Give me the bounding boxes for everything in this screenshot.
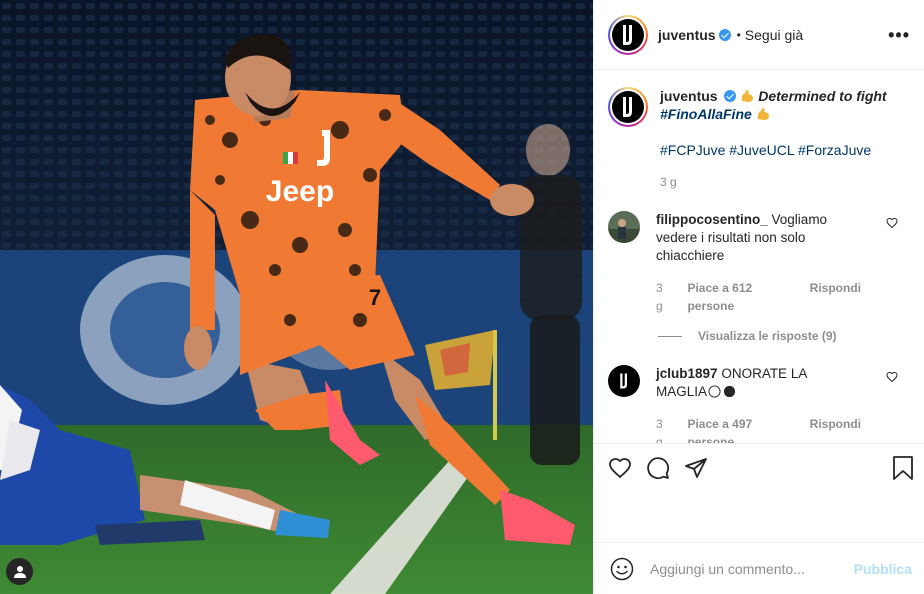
comment-input[interactable]	[650, 560, 854, 577]
comment-username[interactable]: jclub1897	[656, 366, 718, 381]
jersey-number: 7	[369, 285, 381, 310]
comment-reply-button[interactable]: Rispondi	[810, 415, 861, 443]
profile-photo-icon	[608, 211, 640, 243]
comment-meta: 3 g Piace a 497 persone Rispondi	[656, 415, 861, 443]
post-header: juventus • Segui già •••	[594, 0, 924, 70]
juventus-logo-icon	[623, 24, 632, 45]
comment-meta: 3 g Piace a 612 persone Rispondi	[656, 279, 861, 315]
caption: juventus Determined to fight #FinoAllaFi…	[608, 87, 908, 191]
comment-reply-button[interactable]: Rispondi	[810, 279, 861, 315]
paper-plane-icon	[685, 457, 707, 478]
heart-icon[interactable]	[886, 217, 898, 229]
juventus-logo-icon	[620, 373, 627, 389]
caption-timestamp: 3 g	[660, 175, 677, 189]
replies-divider	[658, 335, 682, 337]
hashtag-link[interactable]: #FCPJuve	[660, 142, 725, 158]
comment-item: jclub1897 ONORATE LA MAGLIA 3 g Piace a …	[608, 365, 908, 443]
comment-body: jclub1897 ONORATE LA MAGLIA 3 g Piace a …	[656, 365, 861, 443]
verified-badge-icon	[718, 28, 731, 41]
smiley-face-icon	[610, 557, 634, 580]
commenter-avatar[interactable]	[608, 365, 640, 397]
view-replies-button[interactable]: Visualizza le risposte (9)	[658, 329, 908, 343]
caption-body: juventus Determined to fight #FinoAllaFi…	[660, 87, 900, 191]
comment-body: filippocosentino_ Vogliamo vedere i risu…	[656, 211, 861, 315]
author-avatar[interactable]	[608, 14, 648, 55]
like-button[interactable]	[608, 456, 632, 480]
comment-composer: Pubblica	[594, 542, 924, 594]
caption-hashtags: #FCPJuve #JuveUCL #ForzaJuve	[660, 141, 900, 159]
white-circle-icon	[708, 385, 721, 398]
caption-username[interactable]: juventus	[660, 88, 718, 104]
emoji-button[interactable]	[610, 557, 634, 581]
comment-button[interactable]	[646, 456, 670, 480]
caption-text: Determined to fight	[758, 88, 887, 104]
share-button[interactable]	[684, 456, 708, 480]
comment-timestamp: 3 g	[656, 281, 663, 313]
comment-likes-count[interactable]: Piace a 612 persone	[687, 279, 793, 315]
heart-icon[interactable]	[886, 371, 898, 383]
football-action-photo: Jeep 7	[0, 0, 593, 594]
jersey-sponsor-text: Jeep	[266, 175, 334, 208]
juventus-logo-icon	[623, 97, 632, 117]
hashtag-link[interactable]: #JuveUCL	[729, 142, 794, 158]
user-icon	[13, 565, 26, 578]
flexed-biceps-icon	[757, 108, 769, 120]
commenter-avatar[interactable]	[608, 211, 640, 243]
flexed-biceps-icon	[742, 90, 754, 102]
follow-status-button[interactable]: Segui già	[745, 27, 803, 43]
more-options-icon[interactable]: •••	[888, 26, 910, 44]
post-side-panel: juventus • Segui già ••• juventus Determ…	[593, 0, 924, 594]
verified-badge-icon	[724, 90, 737, 102]
tagged-users-button[interactable]	[6, 558, 33, 585]
save-button[interactable]	[892, 455, 914, 480]
separator-dot: •	[736, 27, 741, 42]
caption-hashtag-main[interactable]: #FinoAllaFine	[660, 106, 752, 122]
comment-username[interactable]: filippocosentino_	[656, 212, 768, 227]
comments-list[interactable]: juventus Determined to fight #FinoAllaFi…	[594, 71, 924, 443]
bookmark-icon	[893, 455, 913, 480]
hashtag-link[interactable]: #ForzaJuve	[798, 142, 871, 158]
heart-icon	[609, 457, 631, 478]
author-username[interactable]: juventus	[658, 27, 716, 43]
comment-bubble-icon	[647, 456, 670, 479]
post-photo[interactable]: Jeep 7	[0, 0, 593, 594]
instagram-post-window: Jeep 7 juventus • Segui già ••• juventus…	[0, 0, 924, 594]
post-actions-bar	[594, 443, 924, 491]
comment-likes-count[interactable]: Piace a 497 persone	[687, 415, 793, 443]
view-replies-label: Visualizza le risposte (9)	[698, 329, 837, 343]
black-circle-icon	[723, 385, 736, 398]
publish-button[interactable]: Pubblica	[854, 561, 912, 577]
comment-timestamp: 3 g	[656, 417, 663, 443]
caption-author-avatar[interactable]	[608, 87, 648, 127]
comment-item: filippocosentino_ Vogliamo vedere i risu…	[608, 211, 908, 315]
